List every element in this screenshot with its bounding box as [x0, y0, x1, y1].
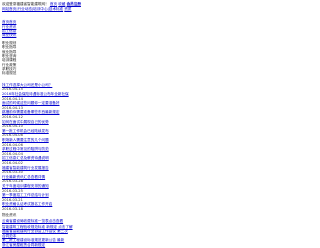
footer: 物业资讯 云南省建设局收费标准一览表点击查看 智能建筑工程验收规范标准 新规定 … — [2, 213, 318, 248]
page: 欢迎登录福建省智能建筑网！ 首页 收藏 会员注册 网站首页|行业动态|培训中心|… — [2, 0, 318, 248]
qualification-link[interactable]: 资质 — [64, 7, 71, 11]
footer-link[interactable]: 浙江省房屋租赁合同新规定 — [2, 243, 318, 248]
register-link[interactable]: 会员注册 — [67, 2, 81, 6]
top-menu-links[interactable]: 网站首页|行业动态|培训中心|技术标准 — [2, 7, 63, 11]
nav-item: 标准规范 — [2, 71, 17, 76]
news-date: 2016-03-18 — [2, 206, 23, 211]
header: 欢迎登录福建省智能建筑网！ 首页 收藏 会员注册 网站首页|行业动态|培训中心|… — [2, 2, 318, 11]
welcome-text: 欢迎登录福建省智能建筑网！ — [2, 2, 49, 6]
nav-list: 首页首页 行业资讯 招工信息 商业快讯 职业规划 职业指导 就业指导 职业咨询 … — [2, 20, 318, 76]
home-link[interactable]: 首页 — [50, 2, 57, 6]
header-line-2: 网站首页|行业动态|培训中心|技术标准 资质 — [2, 7, 318, 12]
news-list: 找工作选择大公司还是小公司？ 2016-04-15 2016年社会保险待遇标准公布年… — [2, 83, 318, 212]
favorite-link[interactable]: 收藏 — [58, 2, 65, 6]
